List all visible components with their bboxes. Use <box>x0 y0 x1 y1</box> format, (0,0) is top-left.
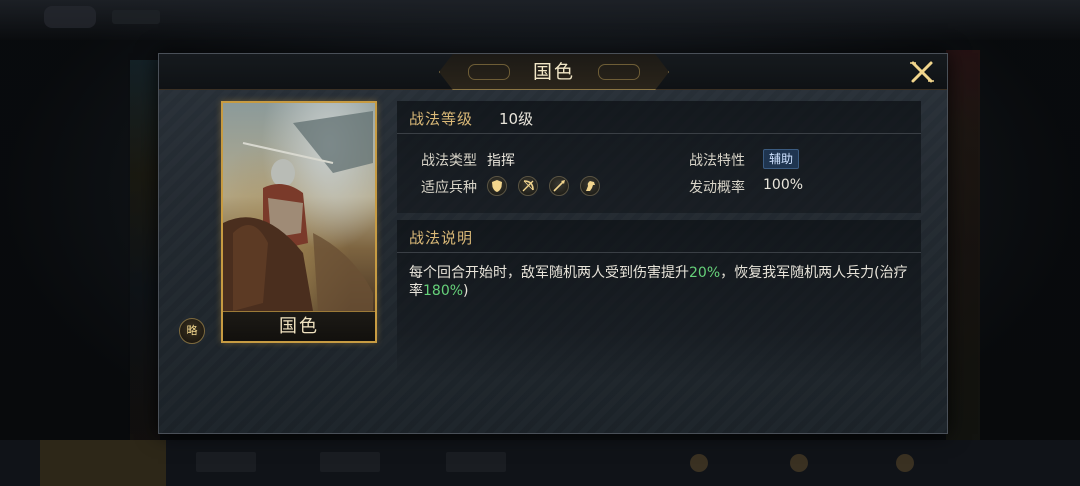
background-button-icon <box>790 454 808 472</box>
unit-types-label: 适应兵种 <box>421 180 477 196</box>
background-right-column <box>946 50 980 440</box>
skill-level-label: 战法等级 <box>409 110 474 128</box>
skill-type-label: 战法类型 <box>421 153 477 169</box>
damage-increase-value: 20% <box>689 265 721 281</box>
skill-type-value: 指挥 <box>487 153 515 169</box>
description-header: 战法说明 <box>397 220 921 253</box>
general-card[interactable]: 国色 <box>221 101 377 343</box>
background-button-icon <box>690 454 708 472</box>
background-top-bar <box>0 0 1080 40</box>
modal-header: 国色 <box>159 54 947 90</box>
trigger-rate-label: 发动概率 <box>689 180 745 196</box>
description-part1: 每个回合开始时，敌军随机两人受到伤害提升 <box>409 265 689 281</box>
heal-rate-value: 180% <box>423 283 464 299</box>
background-tab <box>320 452 380 472</box>
description-label: 战法说明 <box>409 229 474 247</box>
brief-label: 略 <box>186 324 198 337</box>
general-portrait <box>223 103 375 311</box>
background-back-button <box>44 6 96 28</box>
modal-title: 国色 <box>532 61 575 83</box>
background-selected-tab <box>40 440 166 486</box>
brief-button[interactable]: 略 <box>179 318 205 344</box>
skill-trait-label: 战法特性 <box>689 153 745 169</box>
skill-level-row: 战法等级 10级 <box>397 101 921 134</box>
background-title <box>112 10 160 24</box>
close-button[interactable] <box>907 58 937 86</box>
background-tab <box>446 452 506 472</box>
background-button-icon <box>896 454 914 472</box>
bow-icon <box>518 176 539 196</box>
background-left-column <box>130 60 160 440</box>
general-name: 国色 <box>223 311 375 341</box>
skill-description-panel: 战法说明 每个回合开始时，敌军随机两人受到伤害提升20%，恢复我军随机两人兵力(… <box>397 220 921 380</box>
unit-types-icons <box>487 176 606 196</box>
close-x-icon <box>910 61 934 83</box>
shield-icon <box>487 176 507 196</box>
background-tab <box>196 452 256 472</box>
skill-trait-badge: 辅助 <box>763 149 800 169</box>
skill-info-panel: 战法等级 10级 战法类型 指挥 战法特性 辅助 适应兵种 发动概率 100% <box>397 101 921 213</box>
horse-icon <box>580 176 601 196</box>
description-text: 每个回合开始时，敌军随机两人受到伤害提升20%，恢复我军随机两人兵力(治疗率18… <box>409 264 909 300</box>
spear-icon <box>549 176 570 196</box>
portrait-illustration <box>223 111 373 311</box>
description-part3: ) <box>463 283 469 299</box>
skill-level-value: 10级 <box>499 110 534 128</box>
trigger-rate-value: 100% <box>763 177 804 193</box>
skill-detail-modal: 国色 国色 略 战法等级 10级 战法类型 指挥 战法特性 辅助 适应兵种 发动… <box>158 53 948 434</box>
